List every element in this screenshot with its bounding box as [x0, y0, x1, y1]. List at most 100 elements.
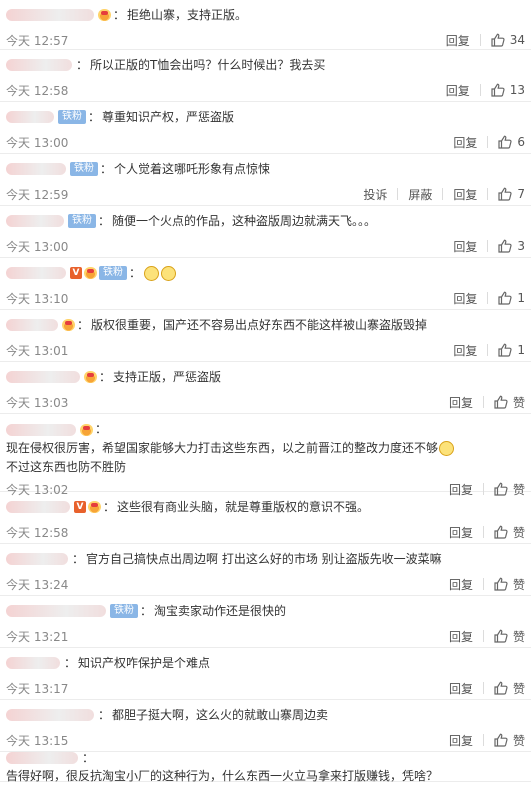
comment-time: 今天 12:57 [6, 33, 69, 48]
colon: ： [100, 162, 113, 176]
thumbs-up-icon [498, 187, 512, 201]
comment-text-continued: 不过这东西也防不胜防 [6, 460, 127, 474]
reply-button[interactable]: 回复 [443, 342, 487, 359]
like-button[interactable]: 1 [488, 291, 525, 305]
reply-button[interactable]: 回复 [443, 134, 487, 151]
comment-meta: 今天 12:57 回复 34 [6, 28, 525, 52]
comment-text: 个人觉着这哪吒形象有点惊悚 [114, 162, 271, 176]
emoji-icon [439, 441, 455, 456]
username[interactable] [6, 752, 78, 764]
like-count: 赞 [512, 525, 525, 540]
username[interactable] [6, 9, 94, 21]
thumbs-up-icon [498, 135, 512, 149]
comment-meta: 今天 13:00 回复 6 [6, 130, 525, 154]
comment-body: 铁粉：淘宝卖家动作还是很快的 [6, 596, 525, 624]
reply-button[interactable]: 回复 [443, 186, 487, 203]
comment-text: 知识产权咋保护是个难点 [78, 656, 211, 670]
reply-button[interactable]: 回复 [439, 576, 483, 593]
comment-actions: 回复 赞 [439, 732, 525, 749]
username[interactable] [6, 605, 106, 617]
comment-item: ： 告得好啊，很反抗淘宝小厂的这种行为，什么东西一火立马拿来打版赚钱，凭啥？ [0, 751, 531, 783]
block-button[interactable]: 屏蔽 [398, 186, 442, 203]
thumbs-up-icon [494, 733, 508, 747]
comment-item: ：支持正版，严惩盗版 今天 13:03 回复 赞 [0, 362, 531, 414]
comment-text: 现在侵权很厉害，希望国家能够大力打击这些东西，以之前晋江的整改力度还不够 [6, 441, 439, 455]
fan-badge: 铁粉 [58, 110, 86, 124]
reply-button[interactable]: 回复 [443, 238, 487, 255]
comment-body: ：都胆子挺大啊，这么火的就敢山寨周边卖 [6, 700, 525, 728]
comment-item: ：所以正版的T恤会出吗？什么时候出？我去买今天 12:58 回复 13 [0, 50, 531, 102]
thumbs-up-icon [498, 239, 512, 253]
thumbs-up-icon [491, 83, 505, 97]
reply-button[interactable]: 回复 [436, 32, 480, 49]
like-button[interactable]: 赞 [484, 732, 525, 749]
like-count: 赞 [512, 577, 525, 592]
comment-item: ：拒绝山寨，支持正版。 今天 12:57 回复 34 [0, 0, 531, 50]
colon: ： [129, 266, 142, 280]
username[interactable] [6, 709, 94, 721]
comment-time: 今天 12:58 [6, 83, 69, 98]
comment-body: ：所以正版的T恤会出吗？什么时候出？我去买 [6, 50, 525, 78]
username[interactable] [6, 215, 64, 227]
like-button[interactable]: 1 [488, 343, 525, 357]
username[interactable] [6, 319, 58, 331]
member-crown-icon [62, 319, 75, 331]
colon: ： [140, 604, 153, 618]
reply-button[interactable]: 回复 [443, 290, 487, 307]
like-button[interactable]: 赞 [484, 576, 525, 593]
username[interactable] [6, 501, 70, 513]
comment-text: 拒绝山寨，支持正版。 [127, 8, 248, 22]
member-crown-icon [84, 267, 97, 279]
like-button[interactable]: 13 [481, 83, 525, 97]
reply-button[interactable]: 回复 [439, 524, 483, 541]
reply-button[interactable]: 回复 [439, 732, 483, 749]
username[interactable] [6, 657, 60, 669]
comment-body: ：版权很重要，国产还不容易出点好东西不能这样被山寨盗版毁掉 [6, 310, 525, 338]
username[interactable] [6, 423, 76, 436]
like-count: 6 [517, 135, 525, 149]
like-count: 赞 [512, 629, 525, 644]
like-button[interactable]: 赞 [484, 628, 525, 645]
fan-badge: 铁粉 [99, 266, 127, 280]
like-button[interactable]: 赞 [484, 524, 525, 541]
comment-text: 所以正版的T恤会出吗？什么时候出？我去买 [90, 58, 326, 72]
report-button[interactable]: 投诉 [353, 186, 397, 203]
colon: ： [88, 110, 101, 124]
username[interactable] [6, 111, 54, 123]
like-button[interactable]: 赞 [484, 680, 525, 697]
like-count: 3 [517, 239, 525, 253]
comment-actions: 回复 34 [436, 32, 525, 49]
like-button[interactable]: 7 [488, 187, 525, 201]
like-button[interactable]: 赞 [484, 394, 525, 411]
comment-time: 今天 13:24 [6, 577, 69, 592]
username[interactable] [6, 267, 66, 279]
reply-button[interactable]: 回复 [439, 680, 483, 697]
comment-actions: 回复 赞 [439, 576, 525, 593]
verified-v-icon: V [70, 267, 82, 279]
colon: ： [103, 500, 116, 514]
like-button[interactable]: 3 [488, 239, 525, 253]
username[interactable] [6, 553, 68, 565]
comment-item: V 铁粉： 今天 13:10 回复 1 [0, 258, 531, 310]
reply-button[interactable]: 回复 [439, 394, 483, 411]
comment-text: 随便一个火点的作品，这种盗版周边就满天飞。。。 [112, 214, 377, 228]
like-button[interactable]: 34 [481, 33, 525, 47]
comment-meta: 今天 12:59 投诉 屏蔽 回复 7 [6, 182, 525, 206]
comment-meta: 今天 13:21 回复 赞 [6, 624, 525, 648]
comment-time: 今天 13:03 [6, 395, 69, 410]
like-count: 13 [509, 83, 525, 97]
comment-meta: 今天 13:00 回复 3 [6, 234, 525, 258]
like-count: 1 [517, 343, 525, 357]
comment-body: 铁粉：尊重知识产权，严惩盗版 [6, 102, 525, 130]
comment-text: 尊重知识产权，严惩盗版 [102, 110, 235, 124]
comment-item: ：都胆子挺大啊，这么火的就敢山寨周边卖 今天 13:15 回复 赞 [0, 700, 531, 752]
reply-button[interactable]: 回复 [439, 628, 483, 645]
reply-button[interactable]: 回复 [436, 82, 480, 99]
username[interactable] [6, 371, 80, 383]
comment-actions: 回复 赞 [439, 524, 525, 541]
like-button[interactable]: 6 [488, 135, 525, 149]
username[interactable] [6, 59, 72, 71]
username[interactable] [6, 163, 66, 175]
comment-body: ： 现在侵权很厉害，希望国家能够大力打击这些东西，以之前晋江的整改力度还不够 不过这… [6, 414, 525, 477]
comment-actions: 回复 赞 [439, 628, 525, 645]
